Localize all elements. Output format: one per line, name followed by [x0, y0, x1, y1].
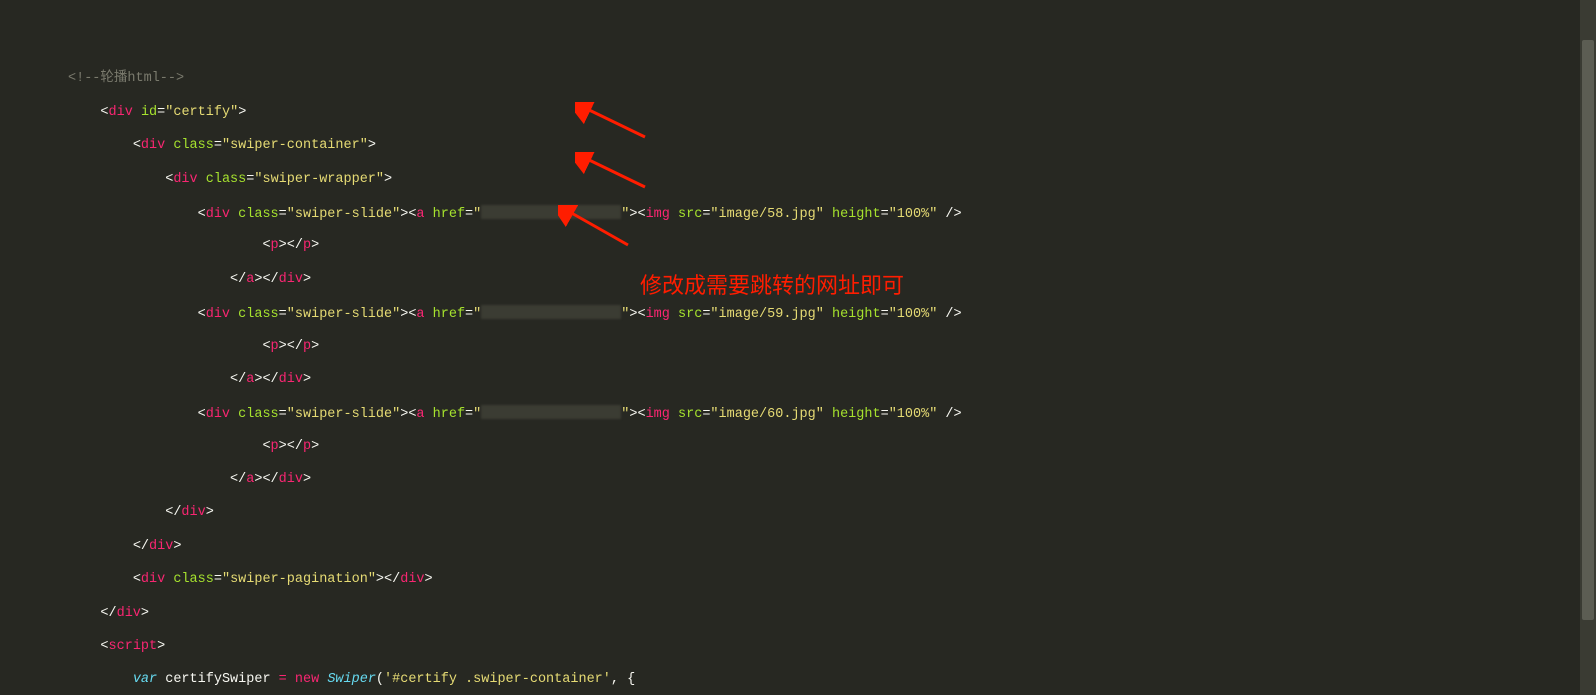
scrollbar-thumb[interactable]	[1582, 40, 1594, 620]
redacted-url-3	[481, 405, 621, 419]
vertical-scrollbar[interactable]	[1580, 0, 1596, 695]
code-editor[interactable]: <!--轮播html--> <div id="certify"> <div cl…	[0, 0, 1596, 695]
comment-carousel: <!--轮播html-->	[68, 71, 184, 86]
redacted-url-1	[481, 205, 621, 219]
redacted-url-2	[481, 305, 621, 319]
